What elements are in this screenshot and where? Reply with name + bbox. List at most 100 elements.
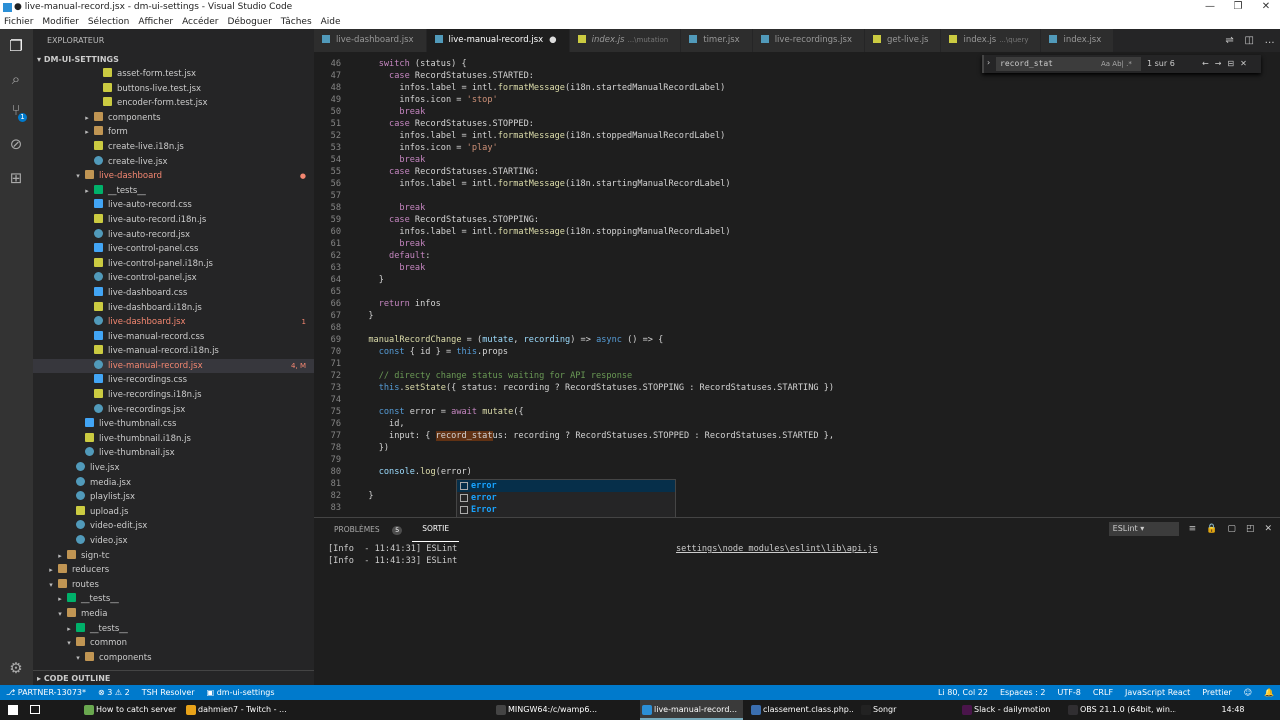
tree-item[interactable]: ▾ routes (33, 578, 314, 593)
tree-item[interactable]: live-recordings.i18n.js (33, 388, 314, 403)
editor-tab[interactable]: live-recordings.jsx (752, 29, 865, 52)
tree-item[interactable]: live-dashboard.jsx 1 (33, 315, 314, 330)
problems-status[interactable]: ⊗ 3 ⚠ 2 (92, 685, 136, 700)
tree-item[interactable]: live-manual-record.i18n.js (33, 344, 314, 359)
editor-tab[interactable]: get-live.js (864, 29, 942, 52)
menu-tasks[interactable]: Tâches (277, 15, 317, 29)
tree-item[interactable]: ▾ common (33, 636, 314, 651)
find-in-selection-icon[interactable]: ⊟ (1227, 57, 1234, 71)
panel-toggle-icon[interactable]: ▢ (1227, 524, 1236, 534)
tree-item[interactable]: live-control-panel.jsx (33, 271, 314, 286)
menu-selection[interactable]: Sélection (84, 15, 134, 29)
tree-item[interactable]: ▸ __tests__ (33, 184, 314, 199)
git-branch[interactable]: ⎇ PARTNER-13073* (0, 685, 92, 700)
taskbar-clock[interactable]: 14:48 (1218, 700, 1248, 720)
tree-item[interactable]: create-live.i18n.js (33, 140, 314, 155)
tree-item[interactable]: video.jsx (33, 534, 314, 549)
tree-item[interactable]: ▾ components (33, 651, 314, 666)
notifications-icon[interactable]: 🔔 (1258, 685, 1280, 700)
gear-icon[interactable]: ⚙ (7, 659, 25, 677)
tree-item[interactable]: live-recordings.css (33, 373, 314, 388)
lock-scroll-icon[interactable]: 🔒 (1206, 524, 1217, 534)
tree-item[interactable]: live-manual-record.jsx 4, M (33, 358, 314, 374)
indentation[interactable]: Espaces : 2 (994, 685, 1052, 700)
tree-item[interactable]: live-control-panel.css (33, 242, 314, 257)
taskbar-app[interactable]: OBS 21.1.0 (64bit, win... (1066, 700, 1176, 720)
tree-item[interactable]: live-dashboard.i18n.js (33, 301, 314, 316)
tree-item[interactable]: live-thumbnail.css (33, 417, 314, 432)
suggestion-item[interactable]: error (457, 480, 675, 492)
taskbar-app[interactable]: classement.class.php... (749, 700, 853, 720)
editor-tab[interactable]: index.js ...\mutation (569, 29, 682, 52)
tree-item[interactable]: ▸ components (33, 111, 314, 126)
close-button[interactable]: ✕ (1252, 0, 1280, 14)
clear-output-icon[interactable]: ≡ (1189, 524, 1197, 534)
tree-item[interactable]: ▾ live-dashboard ● (33, 169, 314, 184)
split-editor-icon[interactable]: ◫ (1244, 35, 1253, 46)
taskbar-app[interactable]: live-manual-record... (640, 700, 743, 720)
tree-item[interactable]: create-live.jsx (33, 155, 314, 170)
tree-item[interactable]: live-auto-record.css (33, 198, 314, 213)
language-mode[interactable]: JavaScript React (1119, 685, 1196, 700)
editor-tab[interactable]: live-dashboard.jsx (314, 29, 427, 52)
menu-edit[interactable]: Modifier (38, 15, 83, 29)
taskbar-app[interactable]: How to catch server ... (82, 700, 178, 720)
feedback-icon[interactable]: ☺ (1238, 685, 1258, 700)
code-outline-section[interactable]: ▸ CODE OUTLINE (33, 670, 314, 685)
tree-item[interactable]: ▸ sign-tc (33, 549, 314, 564)
more-actions-icon[interactable]: … (1265, 35, 1275, 46)
unsaved-dot-icon[interactable]: ● (549, 35, 556, 45)
tree-item[interactable]: live.jsx (33, 461, 314, 476)
code-editor[interactable]: 46 switch (status) {47 case RecordStatus… (314, 52, 1280, 517)
workspace-folder[interactable]: ▣ dm-ui-settings (201, 685, 281, 700)
tree-item[interactable]: live-control-panel.i18n.js (33, 257, 314, 272)
maximize-button[interactable]: ❐ (1224, 0, 1252, 14)
chevron-right-icon[interactable]: › (987, 58, 990, 67)
explorer-icon[interactable]: ❐ (7, 37, 25, 55)
tsh-resolver[interactable]: TSH Resolver (136, 685, 201, 700)
tree-item[interactable]: playlist.jsx (33, 490, 314, 505)
tree-item[interactable]: ▸ reducers (33, 563, 314, 578)
tree-item[interactable]: encoder-form.test.jsx (33, 96, 314, 111)
taskbar-app[interactable]: Songr (859, 700, 954, 720)
taskbar-app[interactable]: Slack - dailymotion (960, 700, 1060, 720)
editor-tab[interactable]: timer.jsx (681, 29, 753, 52)
minimize-button[interactable]: — (1196, 0, 1224, 14)
tree-item[interactable]: live-auto-record.i18n.js (33, 213, 314, 228)
open-changes-icon[interactable]: ⇌ (1225, 35, 1233, 46)
menu-help[interactable]: Aide (317, 15, 346, 29)
tree-item[interactable]: live-dashboard.css (33, 286, 314, 301)
close-find-icon[interactable]: ✕ (1240, 57, 1247, 71)
tree-item[interactable]: media.jsx (33, 476, 314, 491)
close-panel-icon[interactable]: ✕ (1264, 524, 1272, 534)
tree-item[interactable]: ▸ form (33, 125, 314, 140)
taskbar-app[interactable]: MINGW64:/c/wamp6... (494, 700, 634, 720)
previous-match-icon[interactable]: ← (1202, 57, 1209, 71)
tree-item[interactable]: live-auto-record.jsx (33, 228, 314, 243)
suggestion-item[interactable]: Error (457, 504, 675, 516)
output-channel-select[interactable]: ESLint ▾ (1108, 522, 1179, 536)
tab-output[interactable]: SORTIE (412, 518, 460, 542)
workspace-section[interactable]: ▾ DM-UI-SETTINGS (33, 53, 314, 67)
extensions-icon[interactable]: ⊞ (7, 169, 25, 187)
search-icon[interactable]: ⌕ (7, 70, 25, 88)
tree-item[interactable]: buttons-live.test.jsx (33, 82, 314, 97)
editor-tab[interactable]: index.jsx (1041, 29, 1115, 52)
maximize-panel-icon[interactable]: ◰ (1246, 524, 1255, 534)
taskbar-app[interactable]: dahmien7 - Twitch - ... (184, 700, 488, 720)
tree-item[interactable]: ▸ __tests__ (33, 622, 314, 637)
tree-item[interactable]: live-thumbnail.jsx (33, 446, 314, 461)
windows-start-icon[interactable] (8, 700, 22, 720)
task-view-icon[interactable] (30, 700, 44, 720)
menu-file[interactable]: Fichier (0, 15, 38, 29)
tree-item[interactable]: upload.js (33, 505, 314, 520)
next-match-icon[interactable]: → (1215, 57, 1222, 71)
find-options[interactable]: Aa Ab| .* (1101, 57, 1132, 71)
encoding[interactable]: UTF-8 (1052, 685, 1087, 700)
editor-tab[interactable]: live-manual-record.jsx ● (426, 29, 570, 52)
tree-item[interactable]: video-edit.jsx (33, 519, 314, 534)
line-ending[interactable]: CRLF (1087, 685, 1119, 700)
tree-item[interactable]: live-thumbnail.i18n.js (33, 432, 314, 447)
menu-view[interactable]: Afficher (134, 15, 178, 29)
cursor-position[interactable]: Li 80, Col 22 (932, 685, 994, 700)
